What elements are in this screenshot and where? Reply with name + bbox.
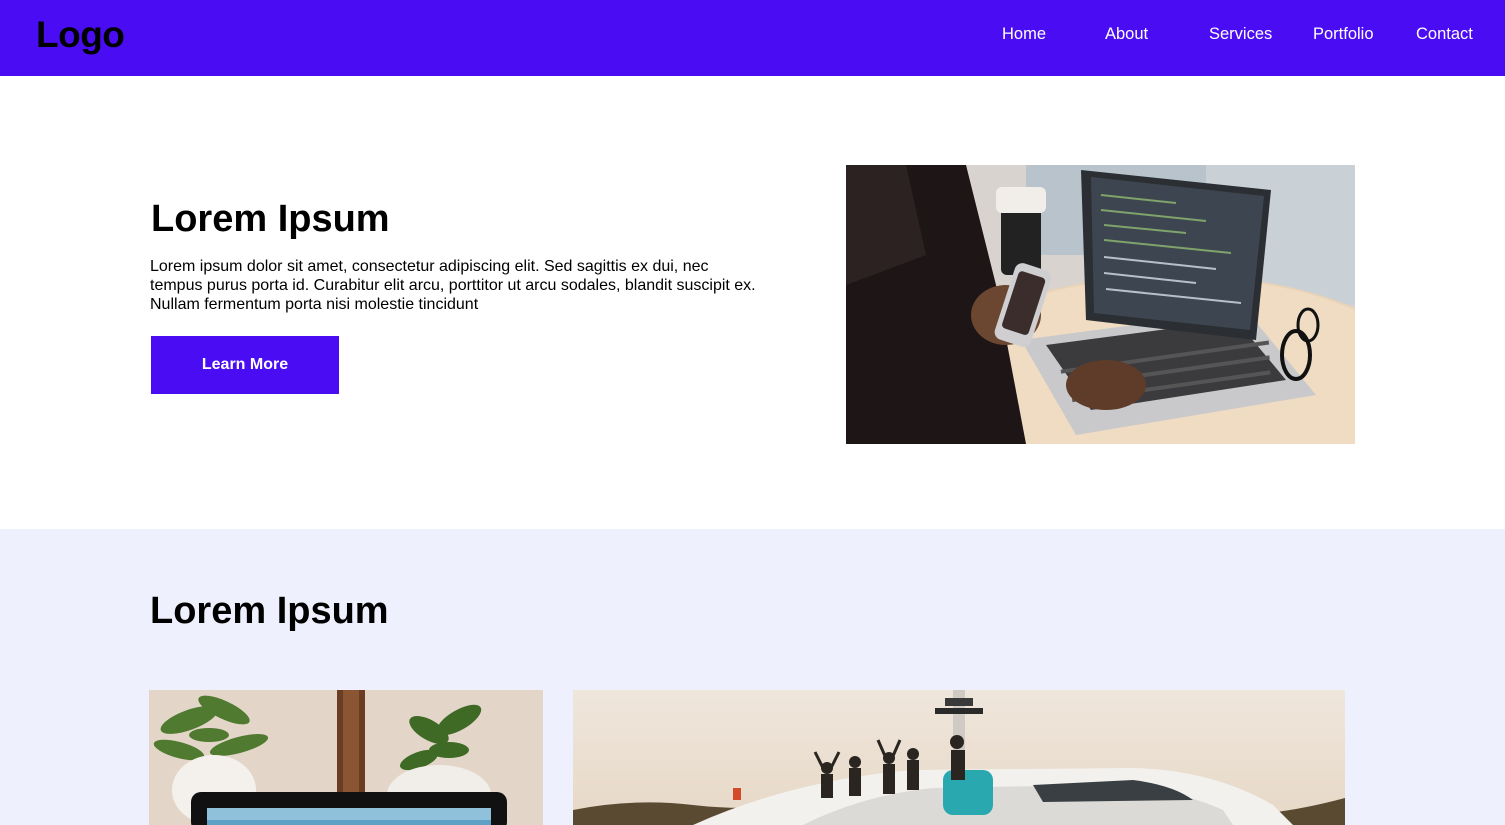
hero-description: Lorem ipsum dolor sit amet, consectetur … (150, 258, 756, 313)
hero-title: Lorem Ipsum (151, 198, 390, 240)
plants-tablet-illustration (149, 690, 543, 825)
logo[interactable]: Logo (36, 14, 125, 56)
learn-more-button[interactable]: Learn More (151, 336, 339, 394)
nav-link-about[interactable]: About (1105, 25, 1148, 44)
nav-link-contact[interactable]: Contact (1416, 25, 1473, 44)
nav-link-home[interactable]: Home (1002, 25, 1046, 44)
nav-link-services[interactable]: Services (1209, 25, 1272, 44)
yacht-illustration (573, 690, 1345, 825)
nav-link-portfolio[interactable]: Portfolio (1313, 25, 1374, 44)
top-navigation-bar: Logo Home About Services Portfolio Conta… (0, 0, 1505, 76)
gallery-image-plants-tablet (149, 690, 543, 825)
gallery-title: Lorem Ipsum (150, 590, 389, 632)
hero-image-laptop (846, 165, 1355, 444)
laptop-photo-illustration (846, 165, 1355, 444)
gallery-image-yacht (573, 690, 1345, 825)
